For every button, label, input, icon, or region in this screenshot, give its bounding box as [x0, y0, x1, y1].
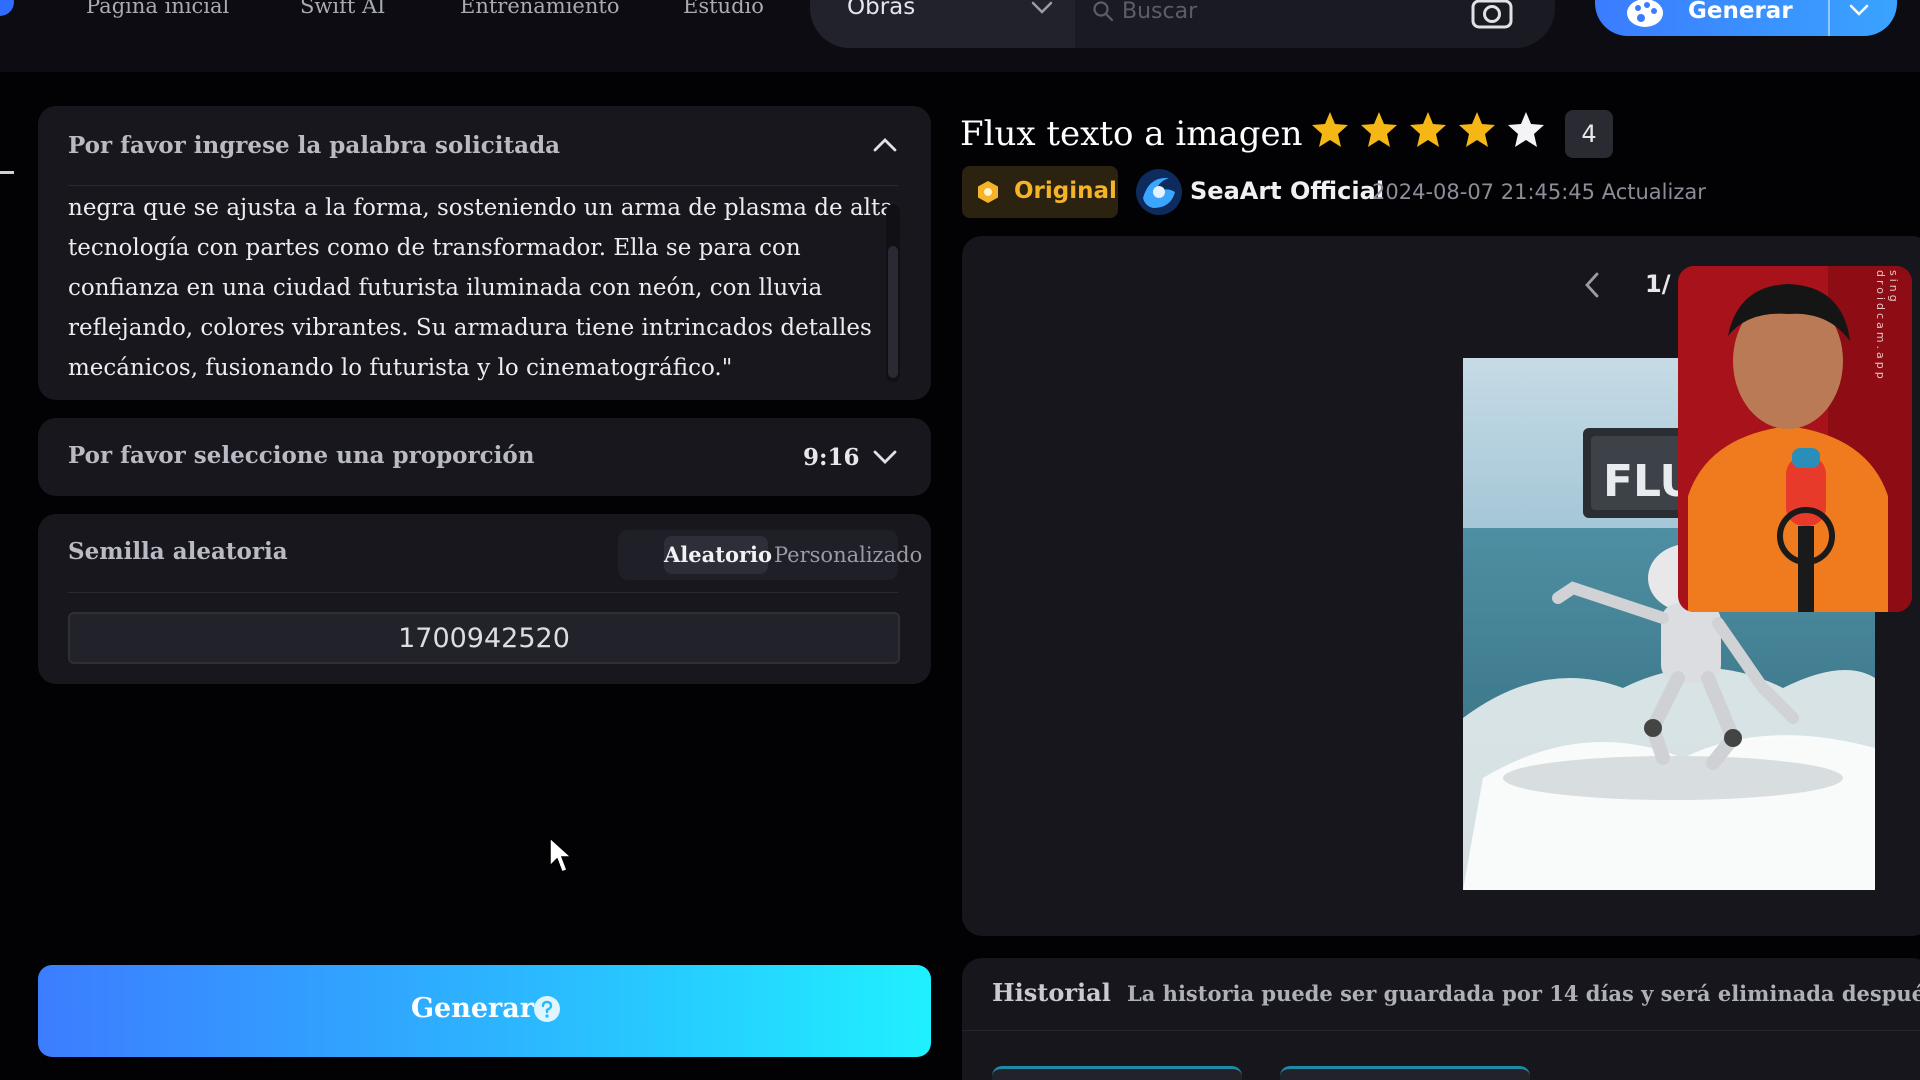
- seaart-avatar[interactable]: [1135, 168, 1183, 216]
- model-title: Flux texto a imagen: [960, 114, 1303, 154]
- divider: [68, 185, 898, 186]
- chevron-down-icon: [1031, 1, 1053, 14]
- nav-item-home[interactable]: Página inicial: [86, 0, 229, 18]
- history-thumbnail[interactable]: [1280, 1066, 1530, 1080]
- category-select-label: Obras: [847, 0, 916, 20]
- webcam-watermark: sing droidcam.app: [1874, 270, 1900, 382]
- original-badge-label: Original: [1014, 178, 1117, 204]
- seed-panel: Semilla aleatoria Aleatorio Personalizad…: [38, 514, 931, 684]
- top-generate-label: Generar: [1688, 0, 1793, 24]
- page-indicator: 1/: [1645, 270, 1671, 298]
- original-badge: Original: [962, 166, 1118, 218]
- search-input[interactable]: [1122, 0, 1422, 28]
- rating-count-badge: 4: [1565, 110, 1613, 158]
- nav-item-training[interactable]: Entrenamiento: [460, 0, 619, 18]
- search-icon: [1093, 1, 1114, 22]
- button-separator: [1828, 0, 1830, 36]
- chevron-down-icon[interactable]: [871, 446, 899, 468]
- seed-input[interactable]: [68, 612, 900, 664]
- seed-option-custom[interactable]: Personalizado: [774, 536, 922, 574]
- history-retention-note: La historia puede ser guardada por 14 dí…: [1127, 981, 1920, 1006]
- divider: [68, 592, 898, 593]
- hexagon-badge-icon: [978, 181, 998, 203]
- nav-item-studio[interactable]: Estudio: [683, 0, 764, 18]
- history-thumbnail[interactable]: [992, 1066, 1242, 1080]
- updated-timestamp: 2024-08-07 21:45:45 Actualizar: [1372, 180, 1706, 204]
- chevron-left-icon[interactable]: [1582, 270, 1602, 300]
- mouse-cursor-icon: [549, 836, 573, 873]
- ratio-value: 9:16: [803, 444, 860, 471]
- history-title[interactable]: Historial: [992, 978, 1111, 1007]
- image-search-camera-icon[interactable]: [1470, 0, 1514, 30]
- generate-button-label: Generar: [411, 993, 534, 1024]
- prompt-scrollbar-thumb[interactable]: [888, 246, 898, 378]
- prompt-textarea[interactable]: negra que se ajusta a la forma, sostenie…: [68, 188, 894, 384]
- aspect-ratio-panel[interactable]: Por favor seleccione una proporción 9:16: [38, 418, 931, 496]
- ratio-panel-title: Por favor seleccione una proporción: [68, 442, 535, 469]
- palette-icon: [1627, 0, 1663, 27]
- search-group: Obras: [810, 0, 1555, 48]
- chevron-up-icon[interactable]: [871, 134, 899, 156]
- chevron-down-icon[interactable]: [1847, 2, 1871, 20]
- seed-panel-title: Semilla aleatoria: [68, 538, 288, 565]
- top-navigation-bar: Página inicial Swift AI Entrenamiento Es…: [0, 0, 1920, 72]
- nav-item-swift-ai[interactable]: Swift AI: [300, 0, 385, 18]
- logo-icon[interactable]: [0, 0, 14, 16]
- history-section: Historial La historia puede ser guardada…: [962, 958, 1920, 1080]
- star-empty-icon[interactable]: [1506, 110, 1546, 150]
- generate-button[interactable]: Generar: [38, 965, 931, 1057]
- top-generate-button[interactable]: Generar: [1595, 0, 1897, 36]
- seed-option-random[interactable]: Aleatorio: [664, 536, 772, 574]
- star-filled-icon[interactable]: [1408, 110, 1448, 150]
- category-select[interactable]: Obras: [810, 0, 1075, 48]
- star-filled-icon[interactable]: [1359, 110, 1399, 150]
- star-filled-icon[interactable]: [1310, 110, 1350, 150]
- star-rating[interactable]: [1310, 110, 1554, 154]
- prompt-panel-title: Por favor ingrese la palabra solicitada: [68, 132, 561, 159]
- help-icon[interactable]: [533, 995, 561, 1023]
- divider: [962, 1030, 1920, 1031]
- author-name[interactable]: SeaArt Official: [1190, 177, 1384, 205]
- collapse-handle[interactable]: [0, 171, 14, 174]
- seed-mode-toggle: Aleatorio Personalizado: [618, 530, 922, 580]
- prompt-panel: Por favor ingrese la palabra solicitada …: [38, 106, 931, 400]
- star-filled-icon[interactable]: [1457, 110, 1497, 150]
